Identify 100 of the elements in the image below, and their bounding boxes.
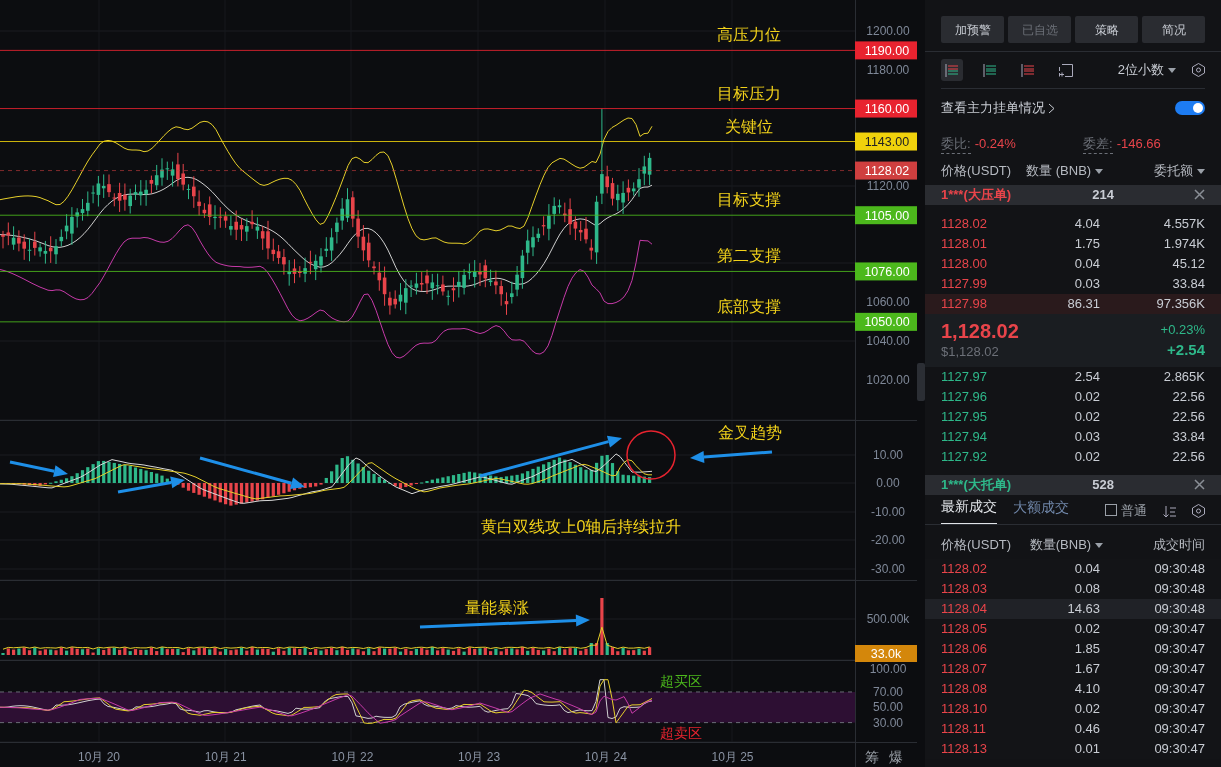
- date-label: 10月 24: [584, 750, 627, 764]
- axis-label: 1020.00: [866, 373, 910, 387]
- alert-label: 1***(大托单): [941, 476, 1013, 494]
- trade-quantity: 0.02: [1073, 620, 1100, 638]
- checkbox-label: 普通: [1121, 501, 1147, 520]
- annotation-text: 目标支撑: [717, 191, 781, 209]
- alert-amount: 214: [1092, 186, 1114, 204]
- order-row[interactable]: 1127.99 0.03 33.84: [925, 274, 1221, 294]
- stat-label: 委差:: [1083, 133, 1113, 155]
- axis-label: 0.00: [876, 476, 900, 490]
- annotation-text: 关键位: [725, 117, 773, 135]
- action-button[interactable]: 加预警: [941, 16, 1004, 43]
- main-orders-link[interactable]: 查看主力挂单情况: [941, 98, 1055, 118]
- order-price: 1127.95: [941, 408, 989, 426]
- order-row[interactable]: 1127.92 0.02 22.56: [925, 447, 1221, 467]
- volume-tag: 33.0k: [855, 645, 917, 662]
- annotation-text: 量能暴涨: [465, 599, 529, 616]
- order-row[interactable]: 1127.94 0.03 33.84: [925, 427, 1221, 447]
- action-button[interactable]: 简况: [1142, 16, 1205, 43]
- axis-label: 30.00: [873, 715, 903, 730]
- decimals-dropdown[interactable]: 2位小数: [1117, 60, 1176, 80]
- order-quantity: 0.02: [1073, 448, 1100, 466]
- price-tag: 1160.00: [855, 99, 917, 118]
- axis-label: 70.00: [873, 685, 903, 699]
- annotation-text: 目标压力: [717, 84, 781, 102]
- order-row[interactable]: 1128.02 4.04 4.557K: [925, 214, 1221, 234]
- order-price: 1127.98: [941, 295, 989, 313]
- trade-quantity: 0.02: [1073, 700, 1100, 718]
- order-row[interactable]: 1127.95 0.02 22.56: [925, 407, 1221, 427]
- axis-label: 1040.00: [866, 334, 910, 349]
- column-header[interactable]: 数量(BNB): [1011, 535, 1104, 555]
- order-total: 45.12: [1171, 255, 1205, 273]
- order-price: 1127.96: [941, 388, 989, 406]
- axis-label: 10.00: [873, 447, 903, 462]
- date-label: 10月 25: [711, 750, 754, 764]
- column-header: 成交时间: [1152, 536, 1205, 554]
- order-quantity: 0.03: [1073, 428, 1100, 446]
- annotation-text: 高压力位: [717, 26, 781, 44]
- axis-label: 1180.00: [866, 62, 910, 77]
- order-price: 1128.01: [941, 235, 989, 253]
- trade-price: 1128.03: [941, 580, 989, 598]
- order-total: 33.84: [1171, 275, 1205, 293]
- trade-time: 09:30:47: [1153, 660, 1205, 678]
- trade-price: 1128.07: [941, 660, 989, 678]
- stat-value: -146.66: [1116, 134, 1161, 153]
- trades-tab[interactable]: 最新成交: [941, 496, 997, 524]
- annotation-text: 第二支撑: [717, 247, 781, 265]
- order-quantity: 4.04: [1073, 215, 1100, 233]
- axis-label: -10.00: [871, 504, 905, 519]
- order-row[interactable]: 1127.98 86.31 97.356K: [925, 294, 1221, 314]
- order-quantity: 0.03: [1073, 275, 1100, 293]
- trade-price: 1128.08: [941, 680, 989, 698]
- column-header[interactable]: 数量 (BNB): [1011, 161, 1104, 181]
- trade-price: 1128.13: [941, 740, 989, 758]
- change-amount: +2.54: [1166, 340, 1205, 360]
- trade-time: 09:30:47: [1153, 640, 1205, 658]
- annotation-text: 黄白双线攻上0轴后持续拉升: [480, 518, 682, 535]
- trade-time: 09:30:47: [1153, 740, 1205, 758]
- order-quantity: 0.02: [1073, 408, 1100, 426]
- order-price: 1127.99: [941, 275, 989, 293]
- trade-time: 09:30:47: [1153, 680, 1205, 698]
- change-percent: +0.23%: [1160, 320, 1205, 339]
- order-row[interactable]: 1128.00 0.04 45.12: [925, 254, 1221, 274]
- order-total: 1.974K: [1162, 235, 1205, 253]
- order-price: 1127.97: [941, 368, 989, 386]
- axis-label: 500.00k: [866, 612, 910, 626]
- order-quantity: 0.02: [1073, 388, 1100, 406]
- order-total: 97.356K: [1155, 295, 1205, 313]
- price-tag: 1128.02: [855, 161, 917, 180]
- trade-quantity: 4.10: [1073, 680, 1100, 698]
- order-quantity: 2.54: [1073, 368, 1100, 386]
- trade-quantity: 0.46: [1073, 720, 1100, 738]
- date-label: 10月 21: [204, 750, 247, 764]
- order-row[interactable]: 1127.96 0.02 22.56: [925, 387, 1221, 407]
- order-quantity: 1.75: [1073, 235, 1100, 253]
- order-total: 22.56: [1171, 408, 1205, 426]
- trade-time: 09:30:47: [1153, 620, 1205, 638]
- usd-price: $1,128.02: [941, 342, 1000, 361]
- stat-value: -0.24%: [974, 134, 1016, 153]
- zone-label: 超卖区: [660, 725, 702, 741]
- order-row[interactable]: 1128.01 1.75 1.974K: [925, 234, 1221, 254]
- date-label: 10月 23: [458, 750, 501, 764]
- price-tag: 1143.00: [855, 132, 917, 151]
- alert-amount: 528: [1092, 476, 1114, 494]
- tool-button[interactable]: 爆: [889, 749, 903, 765]
- price-tag: 1076.00: [855, 262, 917, 281]
- annotation-text: 金叉趋势: [718, 424, 782, 441]
- date-label: 10月 22: [331, 750, 374, 764]
- tool-button[interactable]: 筹: [865, 749, 879, 765]
- column-header[interactable]: 委托额: [1103, 161, 1205, 181]
- order-price: 1128.00: [941, 255, 989, 273]
- trade-time: 09:30:48: [1153, 560, 1205, 578]
- axis-label: 50.00: [873, 700, 903, 715]
- order-price: 1127.92: [941, 448, 989, 466]
- action-button[interactable]: 策略: [1075, 16, 1138, 43]
- trades-tab[interactable]: 大额成交: [1013, 497, 1069, 524]
- order-row[interactable]: 1127.97 2.54 2.865K: [925, 367, 1221, 387]
- price-tag: 1105.00: [855, 206, 917, 225]
- trade-time: 09:30:48: [1153, 580, 1205, 598]
- order-total: 4.557K: [1162, 215, 1205, 233]
